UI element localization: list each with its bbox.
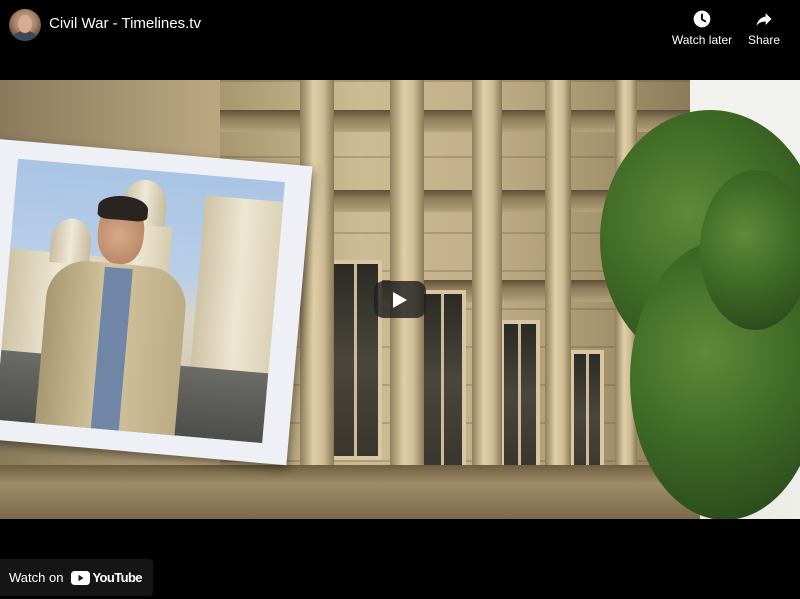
video-title[interactable]: Civil War - Timelines.tv <box>49 15 201 32</box>
channel-avatar[interactable] <box>9 9 41 41</box>
watch-later-button[interactable]: Watch later <box>670 9 734 47</box>
thumbnail-polaroid-photo <box>0 138 313 466</box>
share-arrow-icon <box>756 13 772 26</box>
play-button[interactable] <box>374 281 426 318</box>
share-button[interactable]: Share <box>732 9 796 47</box>
youtube-logo: YouTube <box>71 570 143 585</box>
player-top-bar: Civil War - Timelines.tv Watch later Sha… <box>0 0 800 60</box>
share-label: Share <box>747 33 781 47</box>
watch-later-label: Watch later <box>671 33 733 47</box>
play-icon <box>393 292 407 308</box>
watch-on-label: Watch on <box>9 570 64 585</box>
youtube-play-logo-icon <box>71 570 91 585</box>
youtube-wordmark: YouTube <box>92 570 142 585</box>
clock-icon <box>693 10 711 28</box>
watch-on-youtube-button[interactable]: Watch on YouTube <box>0 559 153 596</box>
video-player[interactable]: Civil War - Timelines.tv Watch later Sha… <box>0 0 800 599</box>
